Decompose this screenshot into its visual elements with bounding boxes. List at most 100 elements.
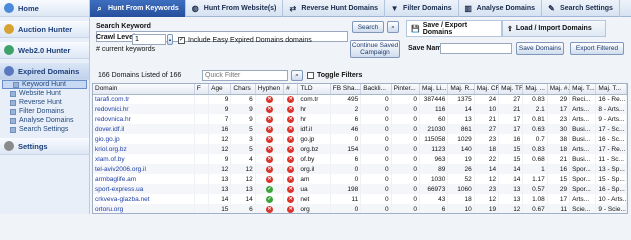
domain-cell[interactable]: tarafi.com.tr [93,94,195,104]
table-row[interactable]: gio.go.jp 12 3 ✕ ✕ go.jp 0 0 0 115058 1029 23 16 0.7 3… [93,134,627,144]
value-cell: 12 [208,144,232,154]
table-row[interactable]: redovnica.hr 7 9 ✕ ✕ hr 6 0 0 60 13 21 17 0.81 23 Arts.… [93,114,627,124]
sidebar-sub-search-settings[interactable]: Search Settings [0,125,89,134]
table-row[interactable]: armbaglife.am 13 12 ✕ ✕ am 0 0 0 1030 52 12 14 1.17 15… [93,174,627,184]
number-cell: ✕ [283,154,299,164]
value-cell: 0 [391,94,421,104]
save-domains-button[interactable]: Save Domains [516,42,564,55]
cross-icon: ✕ [265,156,273,163]
tab-search-settings[interactable]: ✎ Search Settings [542,0,620,17]
sidebar-item-auction-hunter[interactable]: Auction Hunter [0,21,89,38]
column-header[interactable]: Backli... [360,84,392,95]
sidebar-sub-keyword-hunt[interactable]: Keyword Hunt [2,80,87,89]
sidebar-item-web2-hunter[interactable]: Web2.0 Hunter [0,42,89,59]
number-cell: ✕ [283,144,299,154]
search-button[interactable]: Search [352,21,384,33]
domain-cell[interactable]: crkveva-glazba.net [93,194,195,204]
value-cell: 9 [230,114,256,124]
table-row[interactable]: sport-express.ua 13 13 ✓ ✕ ua 198 0 0 66973 1060 23… [93,184,627,194]
sidebar-sub-filter-domains[interactable]: Filter Domains [0,107,89,116]
column-header[interactable]: # [283,84,299,95]
favorite-cell [194,164,210,174]
toggle-filters-checkbox[interactable] [307,71,314,79]
table-row[interactable]: redovnici.hr 9 9 ✕ ✕ hr 2 0 0 116 14 10 21 2.1 17 Arts.… [93,104,627,114]
column-header[interactable]: Maj. ... [522,84,548,95]
column-header[interactable]: Maj. T... [595,84,627,95]
tab-reverse-hunt[interactable]: ⇄ Reverse Hunt Domains [283,0,386,17]
number-cell: ✕ [283,134,299,144]
column-header[interactable]: Hyphen [255,84,285,95]
domain-cell[interactable]: kriol.org.bz [93,144,195,154]
sidebar-sub-reverse-hunt[interactable]: Reverse Hunt [0,98,89,107]
table-row[interactable]: xlam.of.by 9 4 ✕ ✕ of.by 6 0 0 963 19 22 15 0.68 21 Bus… [93,154,627,164]
domain-cell[interactable]: sport-express.ua [93,184,195,194]
column-header[interactable]: Pinter... [391,84,421,95]
domain-cell[interactable]: armbaglife.am [93,174,195,184]
column-header[interactable]: Domain [93,84,195,95]
column-header[interactable]: Maj. #... [547,84,571,95]
table-row[interactable]: tel-aviv2006.org.il 12 12 ✕ ✕ org.il 0 0 0 89 26 14… [93,164,627,174]
continue-saved-campaign-button[interactable]: Continue Saved Campaign [350,40,400,58]
quick-filter-input[interactable] [202,69,288,81]
website-hunt-icon [10,90,16,97]
column-header[interactable]: FB Sha... [330,84,362,95]
wrench-icon: ✎ [548,4,555,13]
table-row[interactable]: ortoru.org 15 6 ✕ ✕ org 0 0 0 6 10 19 12 0.67 11 Scie..… [93,204,627,213]
save-icon: 💾 [411,25,420,33]
column-header[interactable]: Maj. TF [498,84,524,95]
cross-icon: ✕ [265,206,273,213]
value-cell: 14 [230,194,256,204]
value-cell: 12 [230,174,256,184]
value-cell: 0 [360,124,392,134]
value-cell: 21030 [419,124,449,134]
number-cell: ✕ [283,194,299,204]
column-header[interactable]: Maj. R... [447,84,475,95]
save-name-input[interactable] [440,43,512,54]
sidebar-item-home[interactable]: Home [0,0,89,17]
tab-save-export[interactable]: 💾 Save / Export Domains [406,20,502,37]
domain-cell[interactable]: gio.go.jp [93,134,195,144]
value-cell: 2.1 [522,104,548,114]
column-header[interactable]: Maj. CF [474,84,500,95]
table-row[interactable]: tarafi.com.tr 9 6 ✕ ✕ com.tr 495 0 0 387446 1375 24… [93,94,627,104]
sidebar-item-settings[interactable]: Settings [0,138,89,155]
tab-hunt-from-keywords[interactable]: ⌕ Hunt From Keywords [90,0,186,17]
tab-analyse-domains[interactable]: ▥ Analyse Domains [459,0,543,17]
crawl-levels-input[interactable] [132,34,166,45]
export-filtered-button[interactable]: Export Filtered [570,42,624,55]
column-header[interactable]: Age [208,84,232,95]
column-header[interactable]: Chars [230,84,256,95]
value-cell: 18 [547,144,571,154]
table-row[interactable]: dover.idf.il 16 5 ✕ ✕ idf.il 46 0 0 21030 861 27 17 0… [93,124,627,134]
domain-cell[interactable]: redovnica.hr [93,114,195,124]
domain-cell[interactable]: ortoru.org [93,204,195,213]
sidebar-sub-website-hunt[interactable]: Website Hunt [0,89,89,98]
quick-filter-search-button[interactable]: ⌕ [291,69,303,81]
table-row[interactable]: crkveva-glazba.net 14 14 ✓ ✕ net 11 0 0 43 18 12 13 1… [93,194,627,204]
tab-filter-domains[interactable]: ▼ Filter Domains [385,0,459,17]
value-cell: 861 [447,124,475,134]
tab-load-import[interactable]: ⇪ Load / Import Domains [502,20,606,37]
value-cell: 0.83 [522,144,548,154]
column-header[interactable]: Maj. Li... [419,84,449,95]
sidebar-sub-analyse-domains[interactable]: Analyse Domains [0,116,89,125]
text-cell: am [297,174,331,184]
search-go-button[interactable]: ⌕ [387,21,399,33]
column-header[interactable]: TLD [297,84,331,95]
tab-hunt-from-websites[interactable]: ◍ Hunt From Website(s) [186,0,284,17]
table-row[interactable]: kriol.org.bz 12 5 ✕ ✕ org.bz 154 0 0 1123 140 18 15 0… [93,144,627,154]
domain-cell[interactable]: dover.idf.il [93,124,195,134]
value-cell: 38 [547,134,571,144]
crawl-levels-stepper[interactable]: ▲ [167,34,173,45]
column-header[interactable]: F [194,84,210,95]
domain-cell[interactable]: tel-aviv2006.org.il [93,164,195,174]
cross-icon: ✕ [265,116,273,123]
text-cell: 13 - Sp... [595,164,627,174]
column-header[interactable]: Maj. T... [569,84,597,95]
domain-cell[interactable]: xlam.of.by [93,154,195,164]
domain-cell[interactable]: redovnici.hr [93,104,195,114]
value-cell: 13 [208,174,232,184]
hyphen-cell: ✕ [255,164,285,174]
easy-expired-checkbox[interactable]: ✓ [178,37,185,44]
sidebar-item-expired-domains[interactable]: Expired Domains [0,63,89,80]
